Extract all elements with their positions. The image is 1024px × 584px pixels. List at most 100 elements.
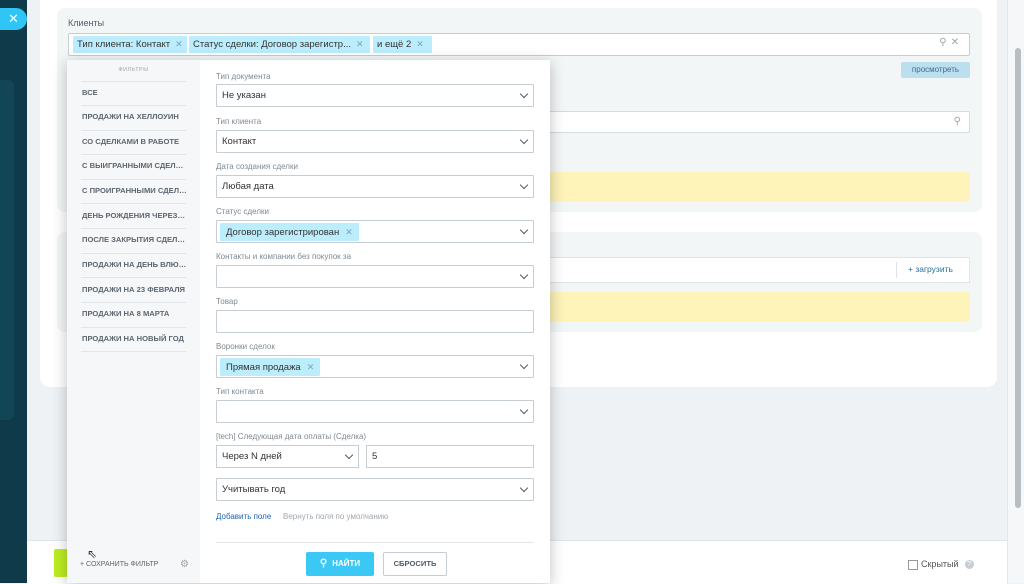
remove-tag-icon[interactable]: ✕ <box>175 39 183 49</box>
apply-button[interactable] <box>54 549 68 577</box>
info-banner <box>535 172 970 202</box>
input-value: 5 <box>372 451 378 462</box>
left-sidebar-strip <box>0 0 27 583</box>
field-label: Товар <box>216 297 238 306</box>
product-input[interactable] <box>216 310 534 333</box>
remove-tag-icon[interactable]: ✕ <box>416 39 424 49</box>
divider <box>81 277 186 278</box>
filter-tag-label: Тип клиента: Контакт <box>77 39 171 50</box>
field-label: Дата создания сделки <box>216 162 298 171</box>
field-label: [tech] Следующая дата оплаты (Сделка) <box>216 432 367 441</box>
search-input[interactable]: ⚲ <box>535 111 970 133</box>
save-filter-button[interactable]: + СОХРАНИТЬ ФИЛЬТР <box>80 561 158 568</box>
filter-tag-more[interactable]: и ещё 2 ✕ <box>373 36 432 53</box>
preset-item[interactable]: ВСЕ <box>82 88 187 97</box>
filter-search-bar[interactable]: Тип клиента: Контакт ✕ Статус сделки: Дог… <box>68 33 970 56</box>
remove-tag-icon[interactable]: ✕ <box>345 227 353 237</box>
preset-item[interactable]: С ВЫИГРАННЫМИ СДЕЛКАМИ <box>82 161 187 170</box>
funnels-select[interactable]: Прямая продажа ✕ <box>216 355 534 378</box>
contact-type-select[interactable] <box>216 400 534 423</box>
clear-icon[interactable]: ✕ <box>951 37 963 48</box>
select-value: Через N дней <box>222 451 282 462</box>
chevron-down-icon <box>519 360 529 370</box>
add-field-link[interactable]: Добавить поле <box>216 512 271 521</box>
period-select[interactable]: Через N дней <box>216 445 359 468</box>
preset-item[interactable]: ПОСЛЕ ЗАКРЫТИЯ СДЕЛКИ <box>82 235 187 244</box>
chevron-down-icon <box>519 270 529 280</box>
days-number-input[interactable]: 5 <box>366 445 534 468</box>
preset-item[interactable]: ПРОДАЖИ НА ХЕЛЛОУИН <box>82 112 187 121</box>
divider <box>81 130 186 131</box>
upload-button[interactable]: + загрузить <box>908 264 953 274</box>
field-label: Тип контакта <box>216 387 264 396</box>
upload-button-label: загрузить <box>915 264 953 274</box>
chevron-down-icon <box>344 450 354 460</box>
year-mode-select[interactable]: Учитывать год <box>216 478 534 501</box>
chevron-down-icon <box>519 483 529 493</box>
search-icon: ⚲ <box>953 116 961 127</box>
divider <box>81 228 186 229</box>
preset-item[interactable]: С ПРОИГРАННЫМИ СДЕЛКАМИ <box>82 186 187 195</box>
selected-tag[interactable]: Договор зарегистрирован ✕ <box>220 223 359 241</box>
preset-item[interactable]: ПРОДАЖИ НА 8 МАРТА <box>82 309 187 318</box>
doc-type-select[interactable]: Не указан <box>216 84 534 107</box>
chevron-down-icon <box>519 180 529 190</box>
filter-tag[interactable]: Статус сделки: Договор зарегистр... ✕ <box>189 36 370 53</box>
field-label: Статус сделки <box>216 207 269 216</box>
close-button[interactable]: ✕ <box>0 8 27 30</box>
sidebar-shape <box>0 80 14 420</box>
preset-item[interactable]: ПРОДАЖИ НА НОВЫЙ ГОД <box>82 334 187 343</box>
gear-icon[interactable]: ⚙ <box>180 559 189 570</box>
search-icon[interactable]: ⚲ <box>939 37 950 48</box>
remove-tag-icon[interactable]: ✕ <box>356 39 364 49</box>
preset-item[interactable]: ПРОДАЖИ НА 23 ФЕВРАЛЯ <box>82 285 187 294</box>
remove-tag-icon[interactable]: ✕ <box>307 362 315 372</box>
field-label: Контакты и компании без покупок за <box>216 252 352 261</box>
divider <box>81 327 186 328</box>
select-value: Контакт <box>222 136 257 147</box>
no-purchase-select[interactable] <box>216 265 534 288</box>
close-icon: ✕ <box>8 11 19 26</box>
selected-tag[interactable]: Прямая продажа ✕ <box>220 358 321 376</box>
client-type-select[interactable]: Контакт <box>216 130 534 153</box>
divider <box>81 105 186 106</box>
preset-item[interactable]: ПРОДАЖИ НА ДЕНЬ ВЛЮБЛЕННЫХ <box>82 260 187 269</box>
scrollbar-thumb[interactable] <box>1015 48 1021 508</box>
scrollbar-track[interactable] <box>1007 0 1024 583</box>
field-label: Воронки сделок <box>216 342 275 351</box>
divider <box>81 302 186 303</box>
hidden-checkbox[interactable]: Скрытый? <box>908 559 974 570</box>
divider <box>81 203 186 204</box>
search-icon: ⚲ <box>319 558 328 569</box>
chevron-down-icon <box>519 89 529 99</box>
help-icon[interactable]: ? <box>964 560 974 570</box>
hidden-label: Скрытый <box>921 559 959 569</box>
preset-item[interactable]: ДЕНЬ РОЖДЕНИЯ ЧЕРЕЗ 5 ДНЕЙ <box>82 211 187 220</box>
find-button[interactable]: ⚲ НАЙТИ <box>306 552 374 576</box>
reset-fields-link[interactable]: Вернуть поля по умолчанию <box>283 512 388 521</box>
chevron-down-icon <box>519 405 529 415</box>
divider <box>81 179 186 180</box>
select-value: Не указан <box>222 90 266 101</box>
divider <box>81 81 186 82</box>
divider <box>81 351 186 352</box>
filter-popup: ФИЛЬТРЫ ВСЕ ПРОДАЖИ НА ХЕЛЛОУИН СО СДЕЛК… <box>67 60 550 583</box>
reset-button[interactable]: СБРОСИТЬ <box>383 552 447 576</box>
select-value: Любая дата <box>222 181 274 192</box>
chevron-down-icon <box>519 225 529 235</box>
chevron-down-icon <box>519 135 529 145</box>
preset-item[interactable]: СО СДЕЛКАМИ В РАБОТЕ <box>82 137 187 146</box>
view-button[interactable]: просмотреть <box>901 62 970 78</box>
checkbox-box[interactable] <box>908 559 918 570</box>
mouse-cursor-icon: ⇖ <box>87 547 98 561</box>
deal-date-select[interactable]: Любая дата <box>216 175 534 198</box>
divider <box>216 542 534 543</box>
filter-tag[interactable]: Тип клиента: Контакт ✕ <box>73 36 187 53</box>
deal-status-select[interactable]: Договор зарегистрирован ✕ <box>216 220 534 243</box>
save-filter-label: СОХРАНИТЬ ФИЛЬТР <box>86 561 159 568</box>
upload-bar: + загрузить <box>535 257 970 283</box>
tag-label: Договор зарегистрирован <box>226 227 340 238</box>
tag-label: Прямая продажа <box>226 362 301 373</box>
divider <box>81 253 186 254</box>
divider <box>896 262 897 278</box>
